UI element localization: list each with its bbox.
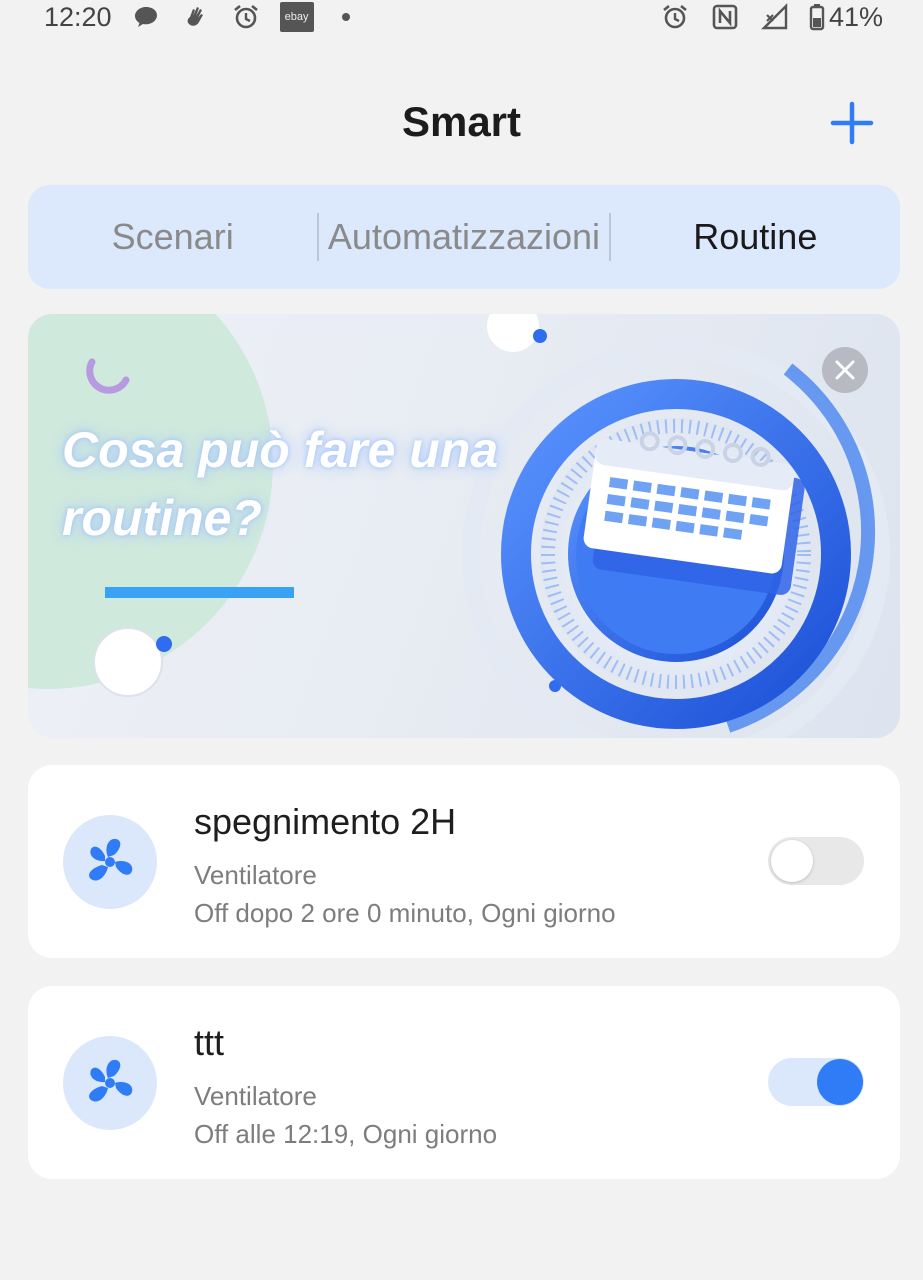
signal-icon [759, 1, 791, 33]
tab-routine[interactable]: Routine [611, 185, 900, 289]
routine-detail: Off dopo 2 ore 0 minuto, Ogni giorno [194, 898, 616, 928]
routine-card[interactable]: spegnimento 2H Ventilatore Off dopo 2 or… [28, 765, 900, 958]
routine-toggle[interactable] [768, 837, 864, 885]
status-bar: 12:20 ebay 41% [0, 0, 923, 34]
routine-card[interactable]: ttt Ventilatore Off alle 12:19, Ogni gio… [28, 986, 900, 1179]
add-button[interactable] [829, 100, 875, 146]
tab-label: Routine [693, 216, 818, 257]
chat-bubble-icon [130, 1, 162, 33]
banner-headline: Cosa può fare una routine? [62, 422, 499, 546]
toggle-knob [817, 1059, 863, 1105]
dot-icon [341, 13, 350, 21]
routine-device: Ventilatore [194, 1081, 317, 1111]
header: Smart [0, 90, 923, 162]
battery-percent: 41% [828, 1, 883, 32]
tab-bar: Scenari Automatizzazioni Routine [28, 185, 900, 289]
close-icon [835, 360, 855, 380]
device-avatar [63, 815, 157, 909]
plus-icon [830, 101, 874, 145]
banner-close-button[interactable] [822, 347, 868, 393]
tab-scenari[interactable]: Scenari [28, 185, 317, 289]
routine-name: ttt [194, 1022, 225, 1063]
ebay-icon: ebay [279, 2, 314, 32]
toggle-knob [771, 840, 813, 882]
status-bar-right: 41% [659, 1, 883, 33]
tab-label: Scenari [111, 216, 234, 257]
routine-device: Ventilatore [194, 860, 317, 890]
routine-detail: Off alle 12:19, Ogni giorno [194, 1119, 498, 1149]
nfc-icon [709, 1, 741, 33]
device-avatar [63, 1036, 157, 1130]
fan-icon [89, 838, 133, 881]
battery-indicator: 41% [809, 2, 883, 33]
tab-label: Automatizzazioni [327, 216, 601, 257]
fan-icon [89, 1059, 133, 1102]
tab-automatizzazioni[interactable]: Automatizzazioni [319, 185, 608, 289]
battery-icon [809, 4, 825, 31]
promo-banner[interactable]: Cosa può fare una routine? [28, 314, 900, 738]
alarm-icon [230, 1, 262, 33]
routine-name: spegnimento 2H [194, 801, 457, 842]
alarm-icon [659, 1, 691, 33]
routine-toggle[interactable] [768, 1058, 864, 1106]
status-time: 12:20 [44, 1, 112, 32]
hand-wave-icon [180, 1, 212, 33]
page-title: Smart [401, 98, 522, 145]
status-bar-left: 12:20 ebay [44, 1, 350, 33]
